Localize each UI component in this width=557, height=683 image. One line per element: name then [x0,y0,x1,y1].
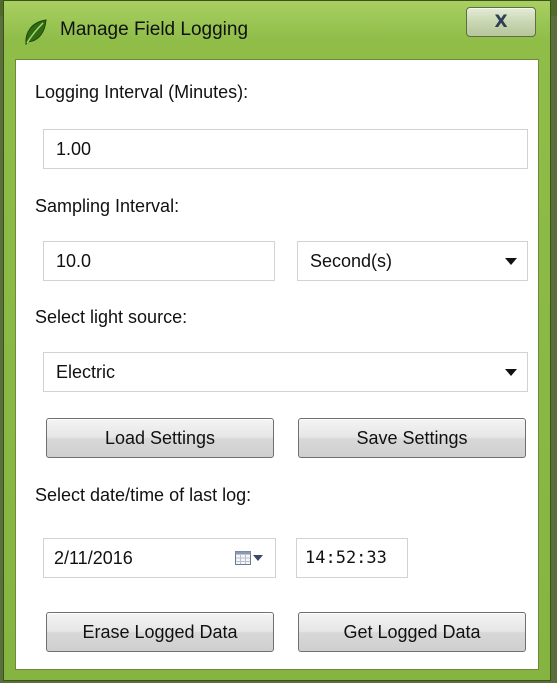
dialog-body: Logging Interval (Minutes): 1.00 Samplin… [15,59,539,670]
sampling-unit-dropdown[interactable]: Second(s) [297,241,528,281]
get-logged-data-button[interactable]: Get Logged Data [298,612,526,652]
light-source-label: Select light source: [35,307,188,327]
sampling-unit-value: Second(s) [310,250,393,271]
load-settings-button[interactable]: Load Settings [46,418,274,458]
window-title: Manage Field Logging [60,19,249,40]
close-button[interactable]: X [466,7,536,37]
chevron-down-icon [505,368,517,376]
last-log-date-picker[interactable]: 2/11/2016 [43,538,276,578]
logging-interval-input[interactable]: 1.00 [43,129,528,169]
light-source-value: Electric [56,361,116,382]
save-settings-button[interactable]: Save Settings [298,418,526,458]
last-log-date-value: 2/11/2016 [54,547,133,568]
title-bar[interactable]: Manage Field Logging X [4,1,550,59]
last-log-time-value: 14:52:33 [305,548,387,568]
calendar-icon[interactable] [235,551,251,565]
leaf-icon [25,19,47,46]
sampling-interval-label: Sampling Interval: [35,196,180,216]
manage-field-logging-window: Manage Field Logging X Logging Interval … [3,0,551,681]
light-source-dropdown[interactable]: Electric [43,352,528,392]
chevron-down-icon [505,257,517,265]
sampling-interval-input[interactable]: 10.0 [43,241,275,281]
logging-interval-label: Logging Interval (Minutes): [35,82,249,102]
chevron-down-icon[interactable] [253,555,263,561]
last-log-label: Select date/time of last log: [35,485,252,505]
erase-logged-data-button[interactable]: Erase Logged Data [46,612,274,652]
sampling-interval-value: 10.0 [56,250,92,271]
logging-interval-value: 1.00 [56,138,92,159]
last-log-time-input[interactable]: 14:52:33 [296,538,408,578]
